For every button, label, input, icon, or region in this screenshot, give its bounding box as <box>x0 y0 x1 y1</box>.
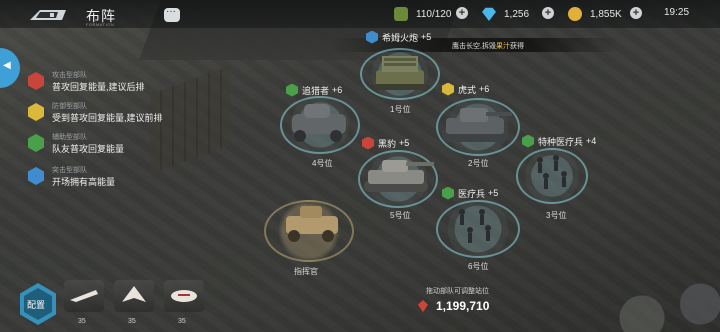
coin-icon <box>568 7 582 21</box>
armored-car[interactable] <box>286 98 352 146</box>
role-type: 突击型部队 <box>52 167 87 174</box>
add-stamina-button[interactable]: + <box>456 7 468 19</box>
panther-tank[interactable] <box>360 150 436 202</box>
tactic-slot-2[interactable] <box>114 280 154 320</box>
role-type: 防御型部队 <box>52 103 87 110</box>
tiger-tank[interactable] <box>438 100 514 152</box>
defense-badge-icon <box>442 82 454 96</box>
clock-time: 19:25 <box>664 7 690 18</box>
unit-tag-6: 医疗兵 +5 <box>442 186 498 200</box>
top-bar: 布阵 FORMATION 110/120 + 1,256 + 1,855K + … <box>0 0 720 28</box>
unit-name: 医疗兵 <box>458 188 486 199</box>
medic-squad-2[interactable] <box>452 204 500 248</box>
support-badge-icon <box>442 186 454 200</box>
artillery-vehicle[interactable] <box>368 48 432 94</box>
add-gold-button[interactable]: + <box>630 7 642 19</box>
drag-hint: 拖动部队可调整站位 <box>426 288 489 295</box>
slot-label: 3号位 <box>546 211 567 220</box>
resource-diamond-value: 1,256 <box>504 8 530 20</box>
resource-gold-value: 1,855K <box>590 8 622 20</box>
airship-icon <box>171 290 197 302</box>
resource-diamond: 1,256 <box>482 6 529 22</box>
commander-jeep[interactable] <box>280 198 344 248</box>
banner-highlight: 果汁 <box>495 43 510 50</box>
unit-name: 希姆火炮 <box>382 32 419 43</box>
add-diamond-button[interactable]: + <box>542 7 554 19</box>
commander-label: 指挥官 <box>294 267 318 276</box>
support-badge-icon <box>522 134 534 148</box>
diamond-icon <box>482 7 496 21</box>
resource-stamina-value: 110/120 <box>416 8 452 20</box>
slot-label: 2号位 <box>468 159 489 168</box>
page-subtitle: FORMATION <box>86 22 115 27</box>
tactic-slot-1[interactable] <box>64 280 104 320</box>
soldier-icon <box>394 7 408 21</box>
unit-bonus: +6 <box>479 84 490 94</box>
slot-label: 4号位 <box>312 159 333 168</box>
unit-name: 虎式 <box>458 84 477 95</box>
unit-tag-5: 黑豹 +5 <box>362 136 409 150</box>
unit-tag-3: 特种医疗兵 +4 <box>522 134 596 148</box>
assault-badge-icon <box>366 30 378 44</box>
resource-stamina: 110/120 <box>394 6 451 22</box>
attack-badge-icon <box>362 136 374 150</box>
role-type: 攻击型部队 <box>52 72 87 79</box>
banner-pre: 鹰击长空,拆毁 <box>452 43 496 50</box>
unit-name: 黑豹 <box>378 138 397 149</box>
role-desc: 受到普攻回复能量,建议前排 <box>52 113 163 123</box>
role-type: 辅助型部队 <box>52 134 87 141</box>
unit-tag-1: 希姆火炮 +5 <box>366 30 431 44</box>
power-icon <box>418 300 428 312</box>
unit-bonus: +5 <box>421 32 432 42</box>
unit-name: 追猎者 <box>302 85 330 96</box>
unit-bonus: +5 <box>488 188 499 198</box>
slot-label: 1号位 <box>390 105 411 114</box>
tactic-count: 35 <box>178 318 186 325</box>
chat-icon[interactable] <box>164 6 180 22</box>
unit-tag-2: 虎式 +6 <box>442 82 489 96</box>
role-desc: 开场拥有高能量 <box>52 177 116 187</box>
unit-bonus: +5 <box>399 138 410 148</box>
medic-squad[interactable] <box>530 152 578 196</box>
tactic-count: 35 <box>78 318 86 325</box>
unit-tag-4: 追猎者 +6 <box>286 83 342 97</box>
resource-gold: 1,855K <box>568 6 622 22</box>
tactic-count: 35 <box>128 318 136 325</box>
plane-icon <box>70 290 98 302</box>
barrels-deco <box>590 262 720 332</box>
combat-power: 1,199,710 <box>418 299 489 313</box>
unit-bonus: +6 <box>332 85 343 95</box>
bomber-icon <box>122 286 146 302</box>
role-desc: 队友普攻回复能量 <box>52 144 125 154</box>
unit-bonus: +4 <box>586 136 597 146</box>
role-desc: 普攻回复能量,建议后排 <box>52 82 145 92</box>
power-value: 1,199,710 <box>436 299 490 313</box>
banner-post: 获得 <box>509 43 524 50</box>
slot-label: 6号位 <box>468 262 489 271</box>
config-label: 配置 <box>27 300 46 310</box>
support-badge-icon <box>286 83 298 97</box>
back-button[interactable] <box>28 8 68 22</box>
unit-name: 特种医疗兵 <box>538 136 584 147</box>
back-arrow-icon <box>30 10 66 20</box>
banner-text: 鹰击长空,拆毁果汁获得 <box>452 41 524 51</box>
slot-label: 5号位 <box>390 211 411 220</box>
tactic-slot-3[interactable] <box>164 280 204 320</box>
